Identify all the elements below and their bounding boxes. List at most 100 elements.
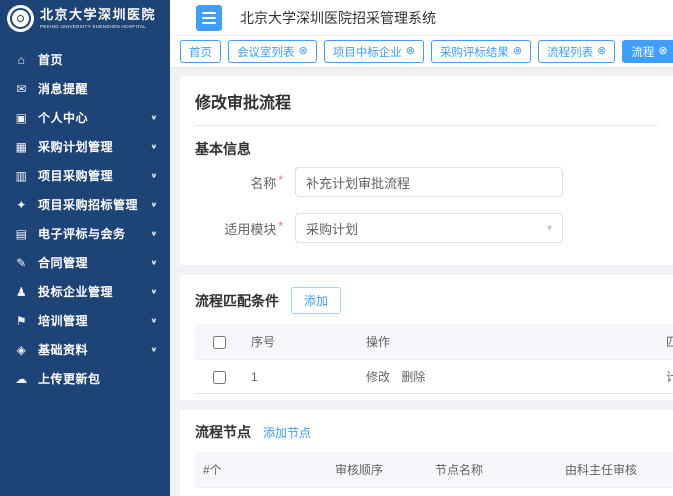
message-icon: ✉	[14, 82, 29, 96]
row-extra-cell: 计划类型	[658, 360, 673, 394]
delete-condition-link[interactable]: 删除	[401, 370, 425, 384]
hospital-name: 北京大学深圳医院	[40, 7, 156, 23]
required-asterisk: *	[278, 219, 283, 233]
tab-process-list[interactable]: 流程列表 ⊗	[538, 40, 615, 63]
basic-info-card: 修改审批流程 基本信息 名称* 适用模块* 采购计划 ▾	[180, 76, 673, 265]
sidebar-item-bidding[interactable]: ✦ 项目采购招标管理 ∨	[0, 190, 170, 219]
page-title: 修改审批流程	[195, 76, 658, 126]
match-conditions-header: 流程匹配条件 添加	[195, 275, 673, 324]
chevron-down-icon: ∨	[150, 229, 158, 237]
module-label-text: 适用模块	[224, 222, 276, 237]
sidebar-item-messages[interactable]: ✉ 消息提醒	[0, 74, 170, 103]
node-name-cell: 科主任意见	[427, 488, 557, 496]
chevron-down-icon: ∨	[150, 113, 158, 121]
close-icon[interactable]: ⊗	[513, 46, 522, 57]
sidebar-item-training[interactable]: ⚑ 培训管理 ∨	[0, 306, 170, 335]
tab-label: 首页	[189, 44, 212, 60]
home-icon: ⌂	[14, 53, 29, 67]
row-select-cell	[195, 360, 243, 394]
sidebar-item-label: 项目采购管理	[38, 167, 146, 184]
module-label: 适用模块*	[195, 219, 295, 238]
select-all-checkbox[interactable]	[213, 336, 226, 349]
tab-process[interactable]: 流程 ⊗	[622, 40, 673, 63]
chevron-down-icon: ∨	[150, 258, 158, 266]
chevron-down-icon: ∨	[150, 287, 158, 295]
name-form-row: 名称*	[195, 167, 673, 197]
sidebar-item-evaluation[interactable]: ▤ 电子评标与会务 ∨	[0, 219, 170, 248]
node-actions-cell: 修改 删除	[195, 488, 327, 496]
name-label-text: 名称	[250, 176, 276, 191]
hospital-name-block: 北京大学深圳医院 PEKING UNIVERSITY SHENZHEN HOSP…	[40, 7, 156, 30]
top-bar: 北京大学深圳医院招采管理系统	[170, 0, 673, 36]
tab-evaluation-result[interactable]: 采购评标结果 ⊗	[431, 40, 531, 63]
tab-label: 采购评标结果	[440, 44, 509, 60]
sidebar-item-profile[interactable]: ▣ 个人中心 ∨	[0, 103, 170, 132]
col-node-name: 节点名称	[427, 452, 557, 488]
flow-nodes-card: 流程节点 添加节点 #个 审核顺序 节点名称 由科主任审核	[180, 410, 673, 496]
tab-label: 流程	[631, 44, 654, 60]
chevron-down-icon: ∨	[150, 200, 158, 208]
sidebar-item-enterprise[interactable]: ♟ 投标企业管理 ∨	[0, 277, 170, 306]
add-condition-button[interactable]: 添加	[291, 287, 341, 314]
modify-condition-link[interactable]: 修改	[366, 370, 390, 384]
basic-info-section-title: 基本信息	[195, 139, 673, 159]
tab-label: 流程列表	[547, 44, 593, 60]
chevron-down-icon: ∨	[150, 316, 158, 324]
sidebar-item-contract[interactable]: ✎ 合同管理 ∨	[0, 248, 170, 277]
evaluation-icon: ▤	[14, 227, 29, 241]
hospital-name-en: PEKING UNIVERSITY SHENZHEN HOSPITAL	[40, 24, 147, 30]
sidebar-item-purchase-plan[interactable]: ▦ 采购计划管理 ∨	[0, 132, 170, 161]
sidebar-item-home[interactable]: ⌂ 首页	[0, 45, 170, 74]
sidebar-item-label: 消息提醒	[38, 80, 158, 97]
select-all-cell	[195, 324, 243, 360]
table-header-row: #个 审核顺序 节点名称 由科主任审核	[195, 452, 673, 488]
add-node-link[interactable]: 添加节点	[263, 424, 311, 441]
close-icon[interactable]: ⊗	[299, 46, 308, 57]
upload-icon: ☁	[14, 372, 29, 386]
module-form-row: 适用模块* 采购计划 ▾	[195, 213, 673, 243]
table-header-row: 序号 操作 匹配条件	[195, 324, 673, 360]
tab-label: 会议室列表	[237, 44, 295, 60]
bidding-icon: ✦	[14, 198, 29, 212]
match-conditions-table-wrap: 序号 操作 匹配条件 1	[195, 324, 673, 394]
page-content: 修改审批流程 基本信息 名称* 适用模块* 采购计划 ▾	[170, 68, 673, 496]
hospital-seal-icon	[7, 5, 34, 32]
close-icon[interactable]: ⊗	[658, 46, 667, 57]
sidebar: 北京大学深圳医院 PEKING UNIVERSITY SHENZHEN HOSP…	[0, 0, 170, 496]
name-label: 名称*	[195, 173, 295, 192]
caret-down-icon: ▾	[547, 223, 552, 234]
row-checkbox[interactable]	[213, 371, 226, 384]
tab-meeting-room-list[interactable]: 会议室列表 ⊗	[228, 40, 317, 63]
table-row: 修改 删除 1 科主任意见 是	[195, 488, 673, 496]
sidebar-item-label: 合同管理	[38, 254, 146, 271]
sidebar-item-label: 电子评标与会务	[38, 225, 146, 242]
profile-icon: ▣	[14, 111, 29, 125]
row-index-cell: 1	[243, 360, 358, 394]
sidebar-item-label: 项目采购招标管理	[38, 196, 146, 213]
training-icon: ⚑	[14, 314, 29, 328]
chevron-down-icon: ∨	[150, 345, 158, 353]
tab-home[interactable]: 首页	[180, 40, 221, 63]
match-conditions-title: 流程匹配条件	[195, 291, 279, 311]
node-order-cell: 1	[327, 488, 427, 496]
col-action: 操作	[358, 324, 658, 360]
required-asterisk: *	[278, 173, 283, 187]
sidebar-item-project-purchase[interactable]: ▥ 项目采购管理 ∨	[0, 161, 170, 190]
sidebar-menu: ⌂ 首页 ✉ 消息提醒 ▣ 个人中心 ∨ ▦ 采购计划管理 ∨ ▥ 项目采购管理…	[0, 36, 170, 393]
close-icon[interactable]: ⊗	[597, 46, 606, 57]
match-conditions-table: 序号 操作 匹配条件 1	[195, 324, 673, 394]
module-select[interactable]: 采购计划 ▾	[295, 213, 563, 243]
col-op: #个	[195, 452, 327, 488]
name-input[interactable]	[295, 167, 563, 197]
close-icon[interactable]: ⊗	[406, 46, 415, 57]
plan-icon: ▦	[14, 140, 29, 154]
tab-winning-enterprise[interactable]: 项目中标企业 ⊗	[324, 40, 424, 63]
app-root: 北京大学深圳医院 PEKING UNIVERSITY SHENZHEN HOSP…	[0, 0, 673, 496]
hamburger-button[interactable]	[196, 5, 222, 31]
col-order: 审核顺序	[327, 452, 427, 488]
seal-ring	[10, 8, 31, 29]
basic-data-icon: ◈	[14, 343, 29, 357]
table-row: 1 修改 删除 计划类型	[195, 360, 673, 394]
sidebar-item-basic-data[interactable]: ◈ 基础资料 ∨	[0, 335, 170, 364]
sidebar-item-upload-package[interactable]: ☁ 上传更新包	[0, 364, 170, 393]
